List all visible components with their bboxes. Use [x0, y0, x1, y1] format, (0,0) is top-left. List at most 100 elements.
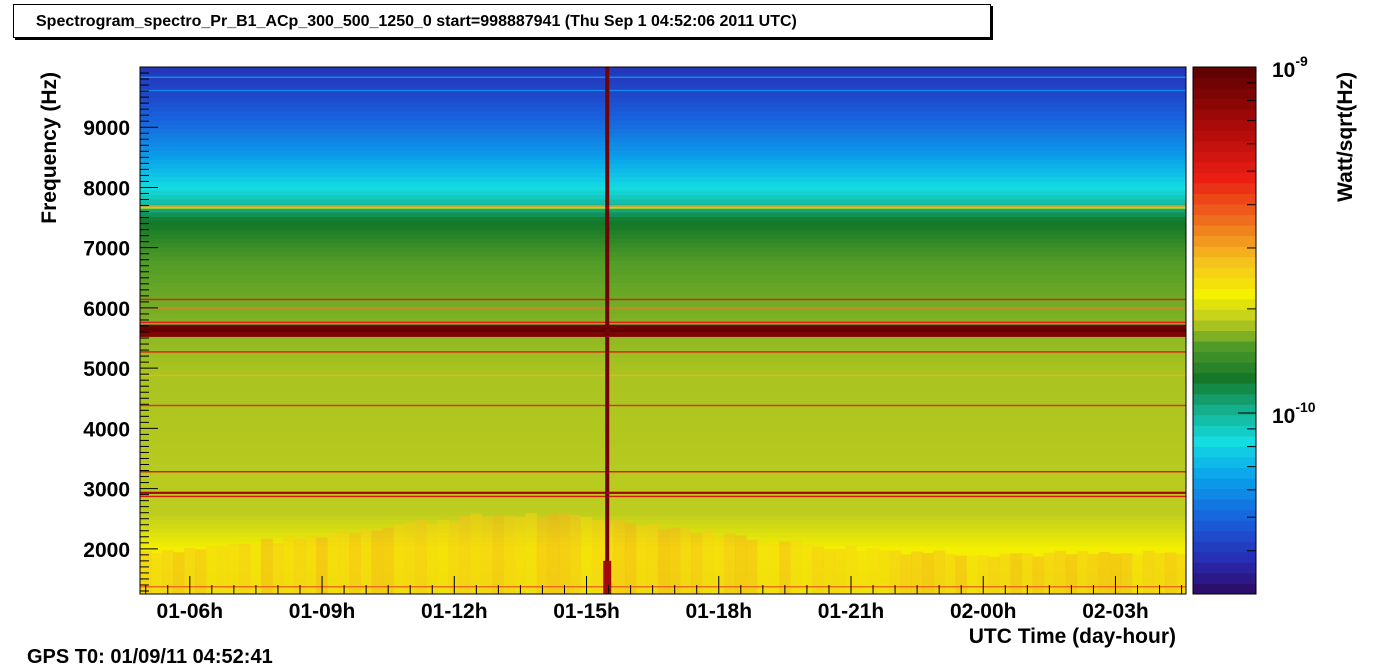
frequency-line	[140, 495, 1186, 498]
colorbar-swatch	[1193, 456, 1256, 469]
frequency-line	[140, 307, 1186, 309]
spectrogram-chart: 2000 3000 4000 5000 6000 7000 8000 9000 01-06h 0…	[38, 53, 1357, 648]
colorbar: 10-9 10-10	[1192, 53, 1316, 595]
heatmap-blotch	[283, 535, 295, 594]
colorbar-swatch	[1193, 246, 1256, 258]
colorbar-swatch	[1193, 277, 1256, 289]
heatmap-band	[140, 115, 1186, 121]
colorbar-swatch	[1193, 119, 1256, 131]
heatmap-band	[140, 269, 1186, 275]
heatmap-blotch	[1142, 550, 1155, 594]
y-tick-label: 8000	[83, 177, 130, 200]
heatmap-blotch	[481, 516, 494, 594]
heatmap-blotch	[679, 528, 692, 594]
heatmap-band	[140, 484, 1186, 490]
colorbar-swatch	[1193, 256, 1256, 268]
colorbar-swatch	[1193, 77, 1256, 89]
heatmap-blotch	[525, 513, 538, 594]
x-tick-label: 01-06h	[157, 600, 224, 623]
plot-area	[139, 66, 1187, 595]
x-tick-label: 01-12h	[421, 600, 488, 623]
colorbar-swatch	[1193, 288, 1256, 300]
heatmap-band	[140, 383, 1186, 389]
heatmap-band	[140, 216, 1186, 222]
heatmap-band	[140, 343, 1186, 349]
heatmap-band	[140, 431, 1186, 437]
colorbar-swatch	[1193, 467, 1256, 479]
heatmap-band	[140, 391, 1186, 397]
frequency-line	[140, 89, 1186, 92]
heatmap-band	[140, 225, 1186, 231]
colorbar-swatch	[1193, 204, 1256, 216]
heatmap-band	[140, 352, 1186, 358]
colorbar-swatch	[1193, 530, 1256, 542]
heatmap-blotch	[349, 532, 361, 594]
heatmap-band	[140, 396, 1186, 402]
heatmap-band	[140, 97, 1186, 103]
heatmap-band	[140, 361, 1186, 367]
heatmap-band	[140, 317, 1186, 323]
heatmap-band	[140, 119, 1186, 125]
heatmap-blotch	[878, 550, 890, 594]
x-tick-label: 01-09h	[289, 600, 356, 623]
colorbar-swatch	[1193, 319, 1256, 331]
colorbar-swatch	[1193, 572, 1256, 584]
y-tick-label: 6000	[83, 298, 130, 321]
frequency-line	[140, 205, 1186, 207]
heatmap-band	[140, 308, 1186, 314]
heatmap-band	[140, 312, 1186, 318]
heatmap-blotch	[591, 519, 604, 594]
heatmap-blotch	[1120, 553, 1133, 594]
heatmap-blotch	[415, 519, 428, 594]
heatmap-band	[140, 229, 1186, 235]
x-tick-label: 02-00h	[950, 600, 1017, 623]
heatmap-blotch	[382, 527, 394, 594]
heatmap-blotch	[635, 526, 648, 594]
glitch-base	[603, 560, 612, 594]
heatmap-band	[140, 427, 1186, 433]
heatmap-band	[140, 453, 1186, 459]
x-tick-label: 01-18h	[685, 600, 752, 623]
heatmap-blotch	[900, 554, 912, 594]
heatmap-band	[140, 299, 1186, 305]
heatmap-band	[140, 247, 1186, 253]
heatmap-band	[140, 238, 1186, 244]
heatmap-band	[140, 176, 1186, 182]
colorbar-swatch	[1193, 446, 1256, 458]
heatmap-band	[140, 137, 1186, 143]
colorbar-swatch	[1193, 351, 1256, 363]
heatmap-blotch	[437, 519, 450, 594]
heatmap-blotch	[922, 552, 934, 594]
heatmap-band	[140, 387, 1186, 393]
heatmap-band	[140, 163, 1186, 169]
colorbar-swatch	[1193, 130, 1256, 142]
frequency-line	[140, 471, 1186, 473]
colorbar-swatch	[1193, 414, 1256, 426]
heatmap-band	[140, 440, 1186, 446]
heatmap-band	[140, 339, 1186, 345]
heatmap-band	[140, 159, 1186, 165]
heatmap-blotch	[624, 523, 637, 594]
heatmap-band	[140, 282, 1186, 288]
frequency-line	[140, 404, 1186, 407]
colorbar-swatch	[1193, 109, 1256, 121]
heatmap-band	[140, 141, 1186, 147]
z-axis-title: Watt/sqrt(Hz)	[1334, 72, 1357, 202]
heatmap-blotch	[1164, 552, 1177, 594]
heatmap-blotch	[371, 530, 383, 594]
heatmap-band	[140, 277, 1186, 283]
colorbar-swatch	[1193, 551, 1256, 563]
heatmap-blotch	[657, 528, 670, 594]
heatmap-blotch	[404, 522, 416, 594]
y-tick-label: 9000	[83, 117, 130, 140]
colorbar-swatch	[1193, 488, 1256, 500]
colorbar-swatch	[1193, 214, 1256, 226]
heatmap-band	[140, 422, 1186, 428]
heatmap-band	[140, 102, 1186, 108]
heatmap-band	[140, 457, 1186, 463]
colorbar-swatch	[1193, 235, 1256, 247]
colorbar-swatch	[1193, 499, 1256, 511]
colorbar-swatch	[1193, 541, 1256, 553]
heatmap-blotch	[1054, 551, 1067, 594]
heatmap-band	[140, 154, 1186, 160]
